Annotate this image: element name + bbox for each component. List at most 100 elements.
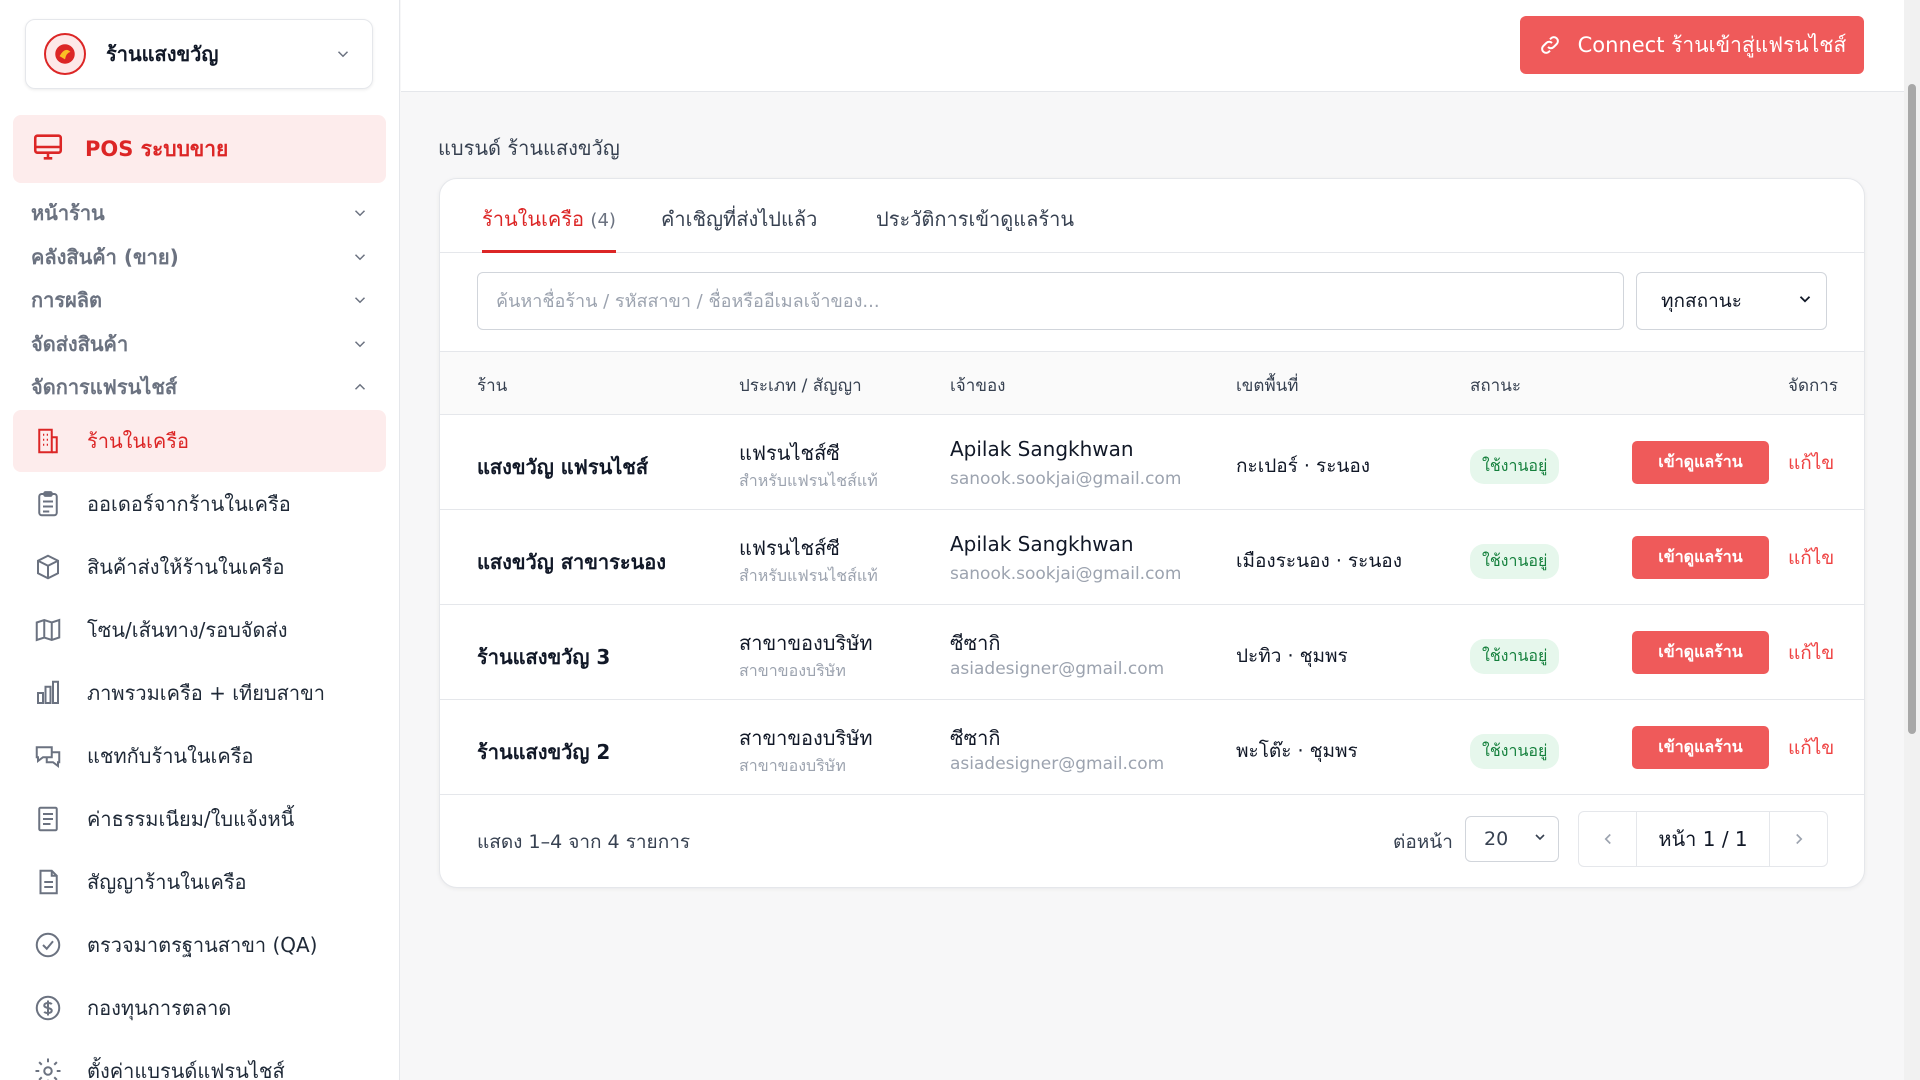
tab-count: (4) — [590, 210, 616, 231]
column-header: เจ้าของ — [950, 376, 1006, 396]
clipboard-icon — [31, 487, 65, 521]
pager: หน้า 1 / 1 — [1578, 811, 1828, 867]
store-logo — [44, 33, 86, 75]
contract-type: สาขาของบริษัท — [739, 756, 846, 775]
check-circle-icon — [31, 928, 65, 962]
view-store-button[interactable]: เข้าดูแลร้าน — [1632, 726, 1769, 769]
section-label: หน้าร้าน — [31, 201, 105, 225]
status-filter-select[interactable]: ทุกสถานะ — [1636, 272, 1827, 330]
store-selector[interactable]: ร้านแสงขวัญ — [25, 19, 373, 89]
shop-type: สาขาของบริษัท — [739, 631, 873, 655]
area: พะโต๊ะ · ชุมพร — [1236, 740, 1358, 762]
edit-link[interactable]: แก้ไข — [1788, 448, 1834, 478]
chevron-right-icon — [1795, 833, 1802, 845]
section-storefront[interactable]: หน้าร้าน — [31, 195, 371, 231]
sidebar-item-fees[interactable]: ค่าธรรมเนียม/ใบแจ้งหนี้ — [13, 788, 386, 850]
shop-type: แฟรนไชส์ซี — [739, 536, 840, 560]
view-store-button[interactable]: เข้าดูแลร้าน — [1632, 631, 1769, 674]
table-row: ร้านแสงขวัญ 2 สาขาของบริษัท สาขาของบริษั… — [440, 700, 1864, 795]
view-store-button[interactable]: เข้าดูแลร้าน — [1632, 441, 1769, 484]
tab-invitations[interactable]: คำเชิญที่ส่งไปแล้ว — [661, 203, 817, 253]
column-header: จัดการ — [1788, 376, 1838, 396]
owner-name: Apilak Sangkhwan — [950, 532, 1134, 556]
section-franchise[interactable]: จัดการแฟรนไชส์ — [31, 369, 371, 405]
column-header: ประเภท / สัญญา — [739, 376, 862, 396]
dollar-icon — [31, 991, 65, 1025]
status-badge: ใช้งานอยู่ — [1470, 639, 1560, 674]
table-row: ร้านแสงขวัญ 3 สาขาของบริษัท สาขาของบริษั… — [440, 605, 1864, 700]
section-label: การผลิต — [31, 288, 103, 312]
tab-access-history[interactable]: ประวัติการเข้าดูแลร้าน — [876, 203, 1074, 253]
pagination-info: แสดง 1–4 จาก 4 รายการ — [477, 831, 691, 853]
per-page-select[interactable]: 20 — [1465, 816, 1559, 862]
sidebar-item-label: แชทกับร้านในเครือ — [87, 744, 254, 768]
status-badge: ใช้งานอยู่ — [1470, 734, 1560, 769]
contract-type: สาขาของบริษัท — [739, 661, 846, 680]
gear-icon — [31, 1054, 65, 1080]
sidebar-item-contracts[interactable]: สัญญาร้านในเครือ — [13, 851, 386, 913]
sidebar-item-label: ตั้งค่าแบรนด์แฟรนไชส์ — [87, 1059, 285, 1080]
owner-email: sanook.sookjai@gmail.com — [950, 469, 1182, 489]
sidebar-item-franchise-stores[interactable]: ร้านในเครือ — [13, 410, 386, 472]
shop-name: แสงขวัญ สาขาระนอง — [477, 550, 667, 574]
table-row: แสงขวัญ แฟรนไชส์ แฟรนไชส์ซี สำหรับแฟรนไช… — [440, 415, 1864, 510]
document-icon — [31, 865, 65, 899]
shop-name: ร้านแสงขวัญ 3 — [477, 645, 611, 669]
owner-name: ซีซากิ — [950, 631, 1001, 655]
tab-stores[interactable]: ร้านในเครือ (4) — [482, 203, 616, 253]
sidebar-item-marketing-fund[interactable]: กองทุนการตลาด — [13, 977, 386, 1039]
chevron-down-icon — [349, 333, 371, 355]
shop-type: แฟรนไชส์ซี — [739, 441, 840, 465]
sidebar-item-zones[interactable]: โซน/เส้นทาง/รอบจัดส่ง — [13, 599, 386, 661]
page-indicator: หน้า 1 / 1 — [1636, 812, 1770, 866]
building-icon — [31, 424, 65, 458]
sidebar-item-label: ภาพรวมเครือ + เทียบสาขา — [87, 681, 325, 705]
sidebar-item-products[interactable]: สินค้าส่งให้ร้านในเครือ — [13, 536, 386, 598]
chevron-up-icon — [349, 376, 371, 398]
sidebar-item-chat[interactable]: แชทกับร้านในเครือ — [13, 725, 386, 787]
area: กะเปอร์ · ระนอง — [1236, 455, 1371, 477]
brand-title: แบรนด์ ร้านแสงขวัญ — [438, 136, 620, 160]
chat-icon — [31, 739, 65, 773]
chevron-left-icon — [1604, 833, 1611, 845]
next-page-button[interactable] — [1770, 812, 1827, 866]
owner-email: asiadesigner@gmail.com — [950, 659, 1165, 679]
status-badge: ใช้งานอยู่ — [1470, 449, 1560, 484]
prev-page-button[interactable] — [1579, 812, 1636, 866]
connect-franchise-button[interactable]: Connect ร้านเข้าสู่แฟรนไชส์ — [1520, 16, 1864, 74]
link-icon — [1538, 33, 1562, 57]
tab-label: ประวัติการเข้าดูแลร้าน — [876, 207, 1074, 231]
section-label: จัดการแฟรนไชส์ — [31, 375, 178, 399]
receipt-icon — [31, 802, 65, 836]
monitor-icon — [31, 130, 65, 168]
section-production[interactable]: การผลิต — [31, 282, 371, 318]
sidebar-item-pos[interactable]: POS ระบบขาย — [13, 115, 386, 183]
view-store-button[interactable]: เข้าดูแลร้าน — [1632, 536, 1769, 579]
per-page-label: ต่อหน้า — [1393, 831, 1453, 853]
owner-email: sanook.sookjai@gmail.com — [950, 564, 1182, 584]
section-inventory[interactable]: คลังสินค้า (ขาย) — [31, 239, 371, 275]
edit-link[interactable]: แก้ไข — [1788, 733, 1834, 763]
top-bar: Connect ร้านเข้าสู่แฟรนไชส์ — [401, 0, 1904, 92]
scrollbar[interactable] — [1904, 0, 1920, 1080]
sidebar-item-overview[interactable]: ภาพรวมเครือ + เทียบสาขา — [13, 662, 386, 724]
box-icon — [31, 550, 65, 584]
sidebar-item-label: สินค้าส่งให้ร้านในเครือ — [87, 555, 285, 579]
sidebar-item-qa[interactable]: ตรวจมาตรฐานสาขา (QA) — [13, 914, 386, 976]
table-header: ร้าน ประเภท / สัญญา เจ้าของ เขตพื้นที่ ส… — [440, 351, 1864, 415]
edit-link[interactable]: แก้ไข — [1788, 543, 1834, 573]
per-page-value: 20 — [1484, 828, 1509, 850]
contract-type: สำหรับแฟรนไชส์แท้ — [739, 566, 878, 585]
contract-type: สำหรับแฟรนไชส์แท้ — [739, 471, 878, 490]
status-filter-value: ทุกสถานะ — [1661, 290, 1742, 312]
shop-name: แสงขวัญ แฟรนไชส์ — [477, 455, 649, 479]
table-row: แสงขวัญ สาขาระนอง แฟรนไชส์ซี สำหรับแฟรนไ… — [440, 510, 1864, 605]
search-input[interactable] — [477, 272, 1624, 330]
sidebar-item-brand-settings[interactable]: ตั้งค่าแบรนด์แฟรนไชส์ — [13, 1040, 386, 1080]
owner-email: asiadesigner@gmail.com — [950, 754, 1165, 774]
scrollbar-thumb[interactable] — [1908, 84, 1916, 734]
section-delivery[interactable]: จัดส่งสินค้า — [31, 326, 371, 362]
sidebar-item-orders[interactable]: ออเดอร์จากร้านในเครือ — [13, 473, 386, 535]
chevron-down-icon — [1796, 290, 1814, 313]
edit-link[interactable]: แก้ไข — [1788, 638, 1834, 668]
